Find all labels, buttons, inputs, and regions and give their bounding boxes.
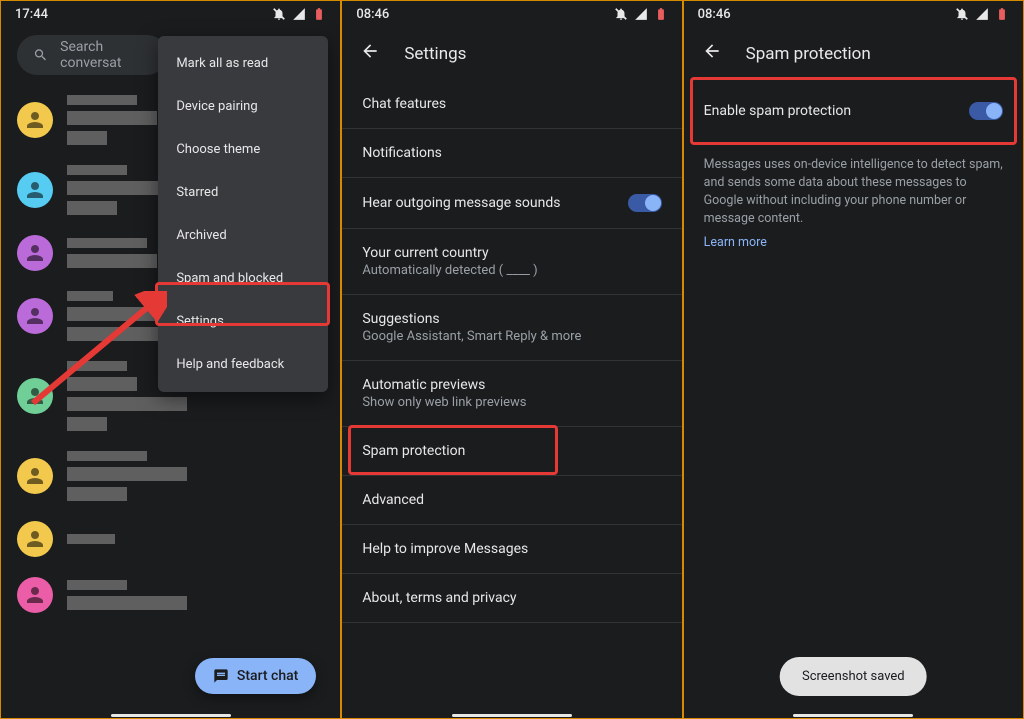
avatar: [17, 102, 53, 138]
redacted-preview: [67, 451, 187, 501]
avatar: [17, 235, 53, 271]
setting-about-terms-and-privacy[interactable]: About, terms and privacy: [342, 574, 681, 623]
setting-label: Spam protection: [362, 443, 465, 459]
phone-screen-3: 08:46 Spam protection Enable spam protec…: [683, 0, 1024, 719]
setting-automatic-previews[interactable]: Automatic previews Show only web link pre…: [342, 361, 681, 427]
back-button[interactable]: [360, 41, 380, 66]
page-header: Settings: [342, 27, 681, 80]
avatar: [17, 577, 53, 613]
page-header: Spam protection: [684, 27, 1023, 80]
setting-help-to-improve-messages[interactable]: Help to improve Messages: [342, 525, 681, 574]
red-arrow: [27, 291, 167, 411]
status-bar: 08:46: [684, 1, 1023, 27]
setting-advanced[interactable]: Advanced: [342, 476, 681, 525]
menu-item-settings[interactable]: Settings: [158, 300, 328, 343]
redacted-preview: [67, 95, 157, 145]
setting-label: Suggestions: [362, 311, 581, 327]
avatar: [17, 172, 53, 208]
setting-label: Your current country: [362, 245, 537, 261]
chat-row[interactable]: [1, 511, 340, 567]
menu-item-mark-all-as-read[interactable]: Mark all as read: [158, 42, 328, 85]
setting-label: Hear outgoing message sounds: [362, 195, 560, 211]
status-bar: 08:46: [342, 1, 681, 27]
setting-chat-features[interactable]: Chat features: [342, 80, 681, 129]
enable-spam-label: Enable spam protection: [704, 103, 851, 119]
nav-bar[interactable]: [111, 714, 231, 717]
chat-row[interactable]: [1, 441, 340, 511]
status-bar: 17:44: [1, 1, 340, 27]
battery-icon: [312, 7, 326, 21]
fab-label: Start chat: [237, 668, 298, 684]
setting-label: Help to improve Messages: [362, 541, 528, 557]
overflow-menu: Mark all as readDevice pairingChoose the…: [158, 36, 328, 392]
dnd-icon: [272, 7, 286, 21]
clock: 17:44: [15, 7, 48, 22]
status-icons: [614, 7, 668, 21]
setting-hear-outgoing-message-sounds[interactable]: Hear outgoing message sounds: [342, 178, 681, 229]
setting-notifications[interactable]: Notifications: [342, 129, 681, 178]
menu-item-starred[interactable]: Starred: [158, 171, 328, 214]
search-icon: [33, 46, 48, 64]
toast: Screenshot saved: [780, 657, 927, 696]
page-title: Spam protection: [746, 44, 871, 64]
status-icons: [272, 7, 326, 21]
learn-more-link[interactable]: Learn more: [684, 235, 1023, 250]
back-button[interactable]: [702, 41, 722, 66]
toggle-switch[interactable]: [969, 102, 1003, 120]
chat-icon: [213, 668, 229, 684]
redacted-preview: [67, 580, 187, 610]
setting-label: Notifications: [362, 145, 442, 161]
setting-your-current-country[interactable]: Your current country Automatically detect…: [342, 229, 681, 295]
redacted-preview: [67, 534, 115, 544]
setting-sub: Show only web link previews: [362, 395, 526, 410]
setting-sub: Google Assistant, Smart Reply & more: [362, 329, 581, 344]
nav-bar[interactable]: [793, 714, 913, 717]
search-placeholder: Search conversat: [60, 39, 151, 71]
avatar: [17, 521, 53, 557]
dnd-icon: [955, 7, 969, 21]
phone-screen-1: 17:44 Search conversat Mark all as readD…: [0, 0, 341, 719]
redacted-preview: [67, 238, 157, 268]
enable-spam-toggle-row[interactable]: Enable spam protection: [684, 80, 1023, 142]
chat-row[interactable]: [1, 567, 340, 623]
toggle-switch[interactable]: [628, 194, 662, 212]
phone-screen-2: 08:46 Settings Chat features Notification…: [341, 0, 682, 719]
clock: 08:46: [698, 7, 731, 22]
battery-icon: [654, 7, 668, 21]
page-title: Settings: [404, 44, 466, 64]
search-input[interactable]: Search conversat: [17, 35, 167, 75]
settings-list: Chat features Notifications Hear outgoing …: [342, 80, 681, 623]
menu-item-device-pairing[interactable]: Device pairing: [158, 85, 328, 128]
setting-label: About, terms and privacy: [362, 590, 516, 606]
signal-icon: [975, 7, 989, 21]
clock: 08:46: [356, 7, 389, 22]
avatar: [17, 458, 53, 494]
signal-icon: [634, 7, 648, 21]
menu-item-choose-theme[interactable]: Choose theme: [158, 128, 328, 171]
menu-item-spam-and-blocked[interactable]: Spam and blocked: [158, 257, 328, 300]
menu-item-archived[interactable]: Archived: [158, 214, 328, 257]
setting-suggestions[interactable]: Suggestions Google Assistant, Smart Reply…: [342, 295, 681, 361]
setting-label: Automatic previews: [362, 377, 526, 393]
start-chat-fab[interactable]: Start chat: [195, 658, 316, 694]
battery-icon: [995, 7, 1009, 21]
menu-item-help-and-feedback[interactable]: Help and feedback: [158, 343, 328, 386]
setting-label: Advanced: [362, 492, 424, 508]
setting-sub: Automatically detected ( ____ ): [362, 263, 537, 278]
status-icons: [955, 7, 1009, 21]
setting-label: Chat features: [362, 96, 446, 112]
signal-icon: [292, 7, 306, 21]
spam-description: Messages uses on-device intelligence to …: [684, 142, 1023, 235]
setting-spam-protection[interactable]: Spam protection: [342, 427, 681, 476]
nav-bar[interactable]: [452, 714, 572, 717]
dnd-icon: [614, 7, 628, 21]
